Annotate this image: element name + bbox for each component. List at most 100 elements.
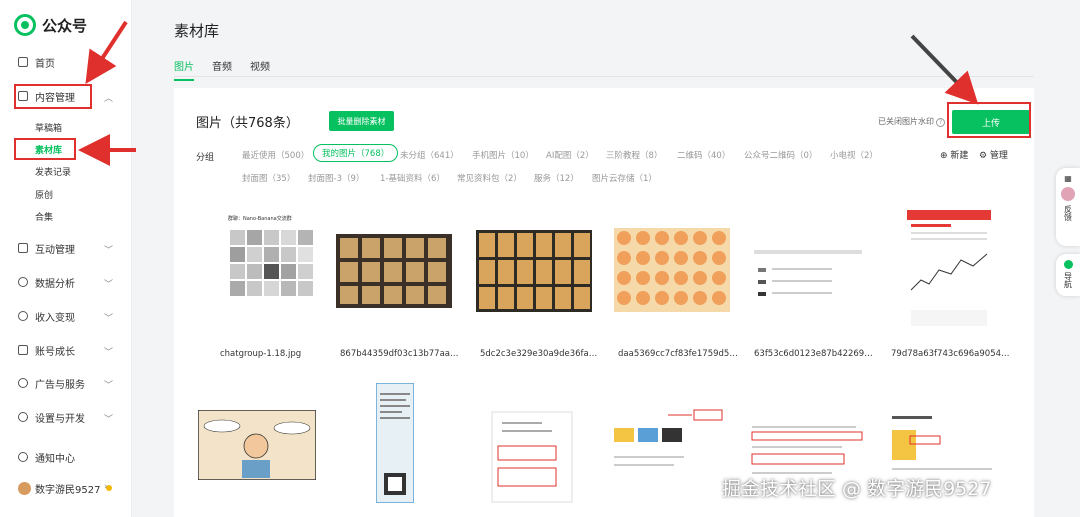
stock-chart-image: [907, 210, 991, 330]
web-screenshot-image: [608, 406, 726, 506]
sidebar-item-home[interactable]: 首页: [18, 52, 55, 72]
sidebar-item-analytics[interactable]: 数据分析: [18, 272, 75, 292]
group-service[interactable]: 服务（12）: [534, 172, 579, 184]
chevron-right-icon[interactable]: ›: [104, 482, 108, 492]
thumb-caption: 群聊：Nano-Banana交流群: [228, 215, 292, 222]
sidebar-item-settings[interactable]: 设置与开发: [18, 407, 85, 427]
sticker-grid-image: [474, 210, 594, 330]
sidebar-sub-collection[interactable]: 合集: [35, 210, 53, 223]
watermark-setting[interactable]: 已关闭图片水印?: [878, 116, 945, 127]
sticker-grid-image: [334, 210, 454, 330]
sidebar-item-monetization[interactable]: 收入变现: [18, 306, 75, 326]
image-thumb-5[interactable]: [750, 210, 870, 330]
group-official-qrcode[interactable]: 公众号二维码（0）: [744, 149, 817, 161]
group-phone[interactable]: 手机图片（10）: [472, 149, 534, 161]
image-name: 867b44359df03c13b77aad...: [340, 349, 460, 359]
image-thumb-8[interactable]: [376, 383, 414, 503]
nav-label: 导航: [1063, 272, 1073, 288]
image-name: 63f53c6d0123e87b422697...: [754, 349, 874, 359]
arrow-to-upload: [910, 34, 979, 105]
sidebar-sub-drafts[interactable]: 草稿箱: [35, 121, 62, 134]
sidebar: 公众号 首页 内容管理 ︿ 草稿箱 素材库 发表记录 原创 合集 互动管理 ﹀ …: [0, 0, 132, 517]
sidebar-item-interaction[interactable]: 互动管理: [18, 238, 75, 258]
feedback-panel[interactable]: ▦ 反馈: [1056, 168, 1080, 246]
tabs-divider: [174, 76, 1034, 77]
group-ungrouped[interactable]: 未分组（641）: [400, 149, 459, 161]
chevron-down-icon[interactable]: ﹀: [104, 243, 113, 256]
sidebar-item-ads[interactable]: 广告与服务: [18, 373, 85, 393]
group-qrcode[interactable]: 二维码（40）: [677, 149, 730, 161]
group-basics[interactable]: 1-基础资料（6）: [380, 172, 445, 184]
qr-icon: ▦: [1064, 174, 1072, 183]
app-name: 公众号: [42, 16, 88, 35]
media-tabs: 图片 音频 视频: [174, 58, 288, 81]
group-tv[interactable]: 小电视（2）: [830, 149, 878, 161]
group-common[interactable]: 常见资料包（2）: [457, 172, 522, 184]
sidebar-item-label: 设置与开发: [35, 413, 85, 425]
settings-icon: [18, 412, 28, 422]
feedback-label: 反馈: [1063, 205, 1073, 221]
watermark-status-text: 已关闭图片水印: [878, 117, 934, 126]
help-icon[interactable]: ?: [936, 118, 945, 127]
group-my-images[interactable]: 我的图片（768）: [313, 144, 399, 162]
ad-icon: [18, 378, 28, 388]
nav-icon: [1063, 260, 1073, 269]
image-thumb-2[interactable]: [334, 210, 454, 330]
tab-images[interactable]: 图片: [174, 58, 194, 81]
sidebar-item-growth[interactable]: 账号成长: [18, 340, 75, 360]
dialog-screenshot-image: [472, 406, 590, 506]
image-thumb-9[interactable]: [472, 406, 590, 506]
chevron-down-icon[interactable]: ﹀: [104, 277, 113, 290]
wechat-logo-icon: [14, 14, 36, 36]
table-screenshot-image: [750, 210, 870, 330]
chevron-up-icon[interactable]: ︿: [104, 91, 113, 104]
sidebar-item-notifications[interactable]: 通知中心: [18, 447, 75, 467]
group-recent[interactable]: 最近使用（500）: [242, 149, 309, 161]
chevron-down-icon[interactable]: ﹀: [104, 378, 113, 391]
sidebar-sub-published[interactable]: 发表记录: [35, 165, 71, 178]
group-label: 分组: [196, 153, 215, 163]
image-thumb-6[interactable]: [907, 210, 1027, 330]
tab-audio[interactable]: 音频: [212, 58, 232, 81]
image-name: daa5369cc7cf83fe1759d5d...: [618, 349, 738, 359]
sidebar-item-label: 收入变现: [35, 312, 75, 324]
new-group-button[interactable]: ⊕ 新建: [940, 148, 968, 161]
image-thumb-1[interactable]: 群聊：Nano-Banana交流群: [212, 210, 332, 330]
group-cloud[interactable]: 图片云存储（1）: [592, 172, 657, 184]
sidebar-item-label: 数据分析: [35, 278, 75, 290]
chevron-down-icon[interactable]: ﹀: [104, 412, 113, 425]
image-thumb-7[interactable]: [198, 410, 316, 480]
chart-icon: [18, 277, 28, 287]
sidebar-item-label: 互动管理: [35, 244, 75, 256]
home-icon: [18, 57, 28, 67]
highlight-library: [14, 138, 76, 160]
app-logo[interactable]: 公众号: [14, 14, 87, 36]
tab-video[interactable]: 视频: [250, 58, 270, 81]
chevron-down-icon[interactable]: ﹀: [104, 345, 113, 358]
nav-panel[interactable]: 导航: [1056, 254, 1080, 296]
chat-icon: [18, 243, 28, 253]
sidebar-item-label: 账号成长: [35, 346, 75, 358]
image-thumb-4[interactable]: [612, 210, 732, 330]
comic-illustration-image: [198, 410, 316, 480]
image-name: chatgroup-1.18.jpg: [220, 349, 302, 359]
highlight-upload: [947, 102, 1031, 138]
user-profile[interactable]: 数字游民9527: [18, 478, 113, 498]
manage-group-button[interactable]: ⚙ 管理: [979, 148, 1008, 161]
group-tutorial[interactable]: 三阶教程（8）: [606, 149, 662, 161]
growth-icon: [18, 345, 28, 355]
chevron-down-icon[interactable]: ﹀: [104, 311, 113, 324]
image-thumb-3[interactable]: [474, 210, 594, 330]
sidebar-item-label: 首页: [35, 58, 55, 70]
sidebar-sub-original[interactable]: 原创: [35, 188, 53, 201]
batch-delete-button[interactable]: 批量删除素材: [329, 111, 394, 131]
group-ai[interactable]: AI配图（2）: [546, 149, 594, 161]
qr-mosaic-image: 群聊：Nano-Banana交流群: [212, 210, 332, 330]
site-watermark: 掘金技术社区 @ 数字游民9527: [722, 478, 992, 500]
image-library-panel: 图片（共768条） 批量删除素材 已关闭图片水印? 上传 分组 最近使用（500…: [174, 88, 1034, 517]
group-cover[interactable]: 封面图（35）: [242, 172, 295, 184]
user-name: 数字游民9527: [35, 484, 101, 496]
panel-title: 图片（共768条）: [196, 116, 299, 131]
group-cover-3[interactable]: 封面图-3（9）: [308, 172, 364, 184]
image-thumb-10[interactable]: [608, 406, 726, 506]
